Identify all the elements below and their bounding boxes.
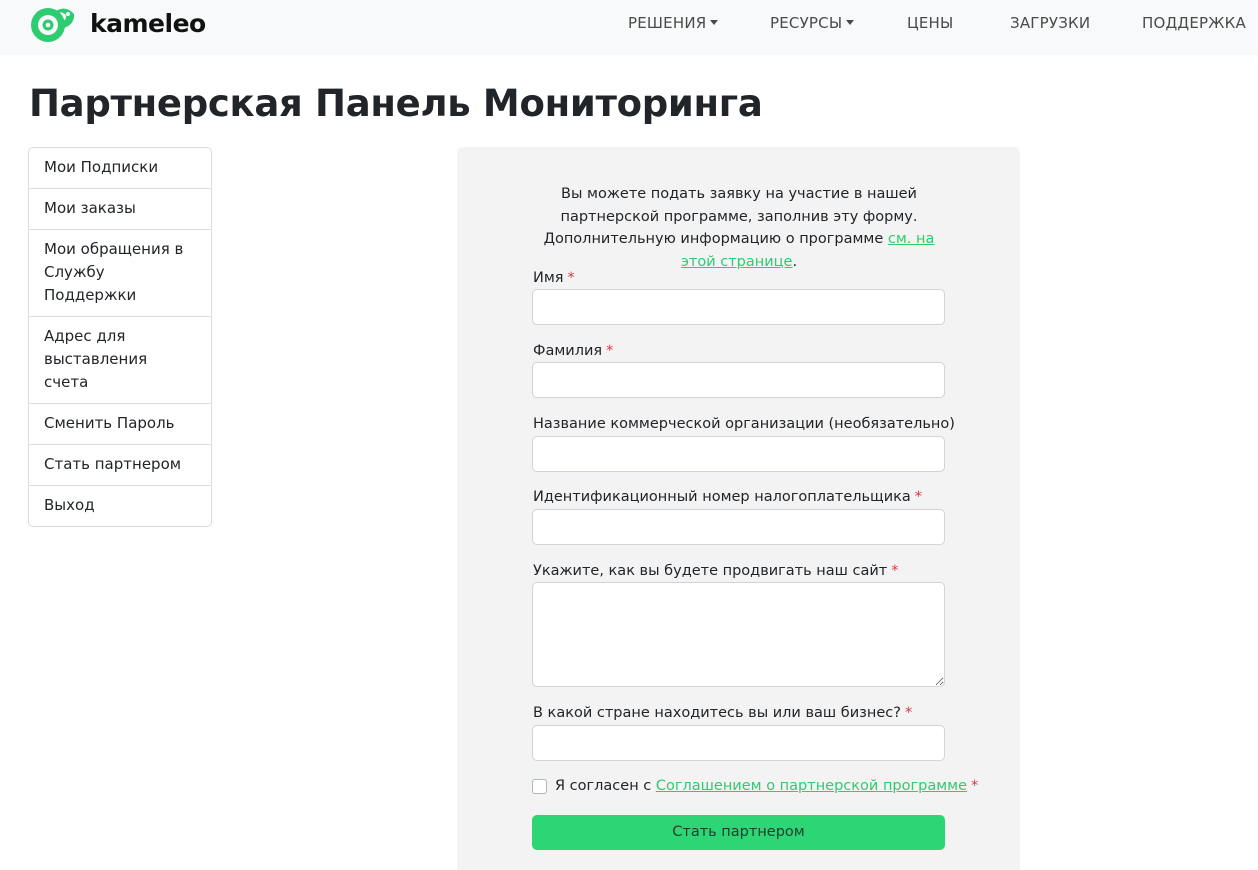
account-sidebar: Мои Подписки Мои заказы Мои обращения в … <box>28 147 212 527</box>
nav-solutions-label: РЕШЕНИЯ <box>628 14 707 32</box>
intro-text: Вы можете подать заявку на участие в наш… <box>543 186 918 247</box>
required-mark: * <box>891 563 899 579</box>
nav-resources-label: РЕСУРСЫ <box>770 14 843 32</box>
first-name-label-text: Имя <box>533 270 564 286</box>
company-label-text: Название коммерческой организации (необя… <box>533 416 955 432</box>
nav-support[interactable]: ПОДДЕРЖКА <box>1142 14 1246 32</box>
caret-down-icon <box>710 20 719 25</box>
nav-resources[interactable]: РЕСУРСЫ <box>770 14 855 32</box>
required-mark: * <box>904 705 913 721</box>
form-intro: Вы можете подать заявку на участие в наш… <box>533 183 945 273</box>
partner-agreement-link[interactable]: Соглашением о партнерской программе <box>656 778 967 794</box>
tax-id-label: Идентификационный номер налогоплательщик… <box>533 489 922 505</box>
promotion-label-text: Укажите, как вы будете продвигать наш са… <box>533 563 888 579</box>
agree-prefix: Я согласен с <box>555 778 656 794</box>
nav-downloads[interactable]: ЗАГРУЗКИ <box>1010 14 1090 32</box>
kameleo-logo[interactable]: kameleo <box>28 2 206 44</box>
nav-solutions[interactable]: РЕШЕНИЯ <box>628 14 719 32</box>
country-input[interactable] <box>532 725 945 761</box>
nav-pricing[interactable]: ЦЕНЫ <box>907 14 953 32</box>
last-name-label: Фамилия * <box>533 343 613 359</box>
brand-name: kameleo <box>90 8 206 38</box>
caret-down-icon <box>846 20 855 25</box>
required-mark: * <box>567 270 575 286</box>
become-partner-button[interactable]: Стать партнером <box>532 815 945 850</box>
page-title: Партнерская Панель Мониторинга <box>29 82 763 125</box>
tax-id-label-text: Идентификационный номер налогоплательщик… <box>533 489 911 505</box>
country-label: В какой стране находитесь вы или ваш биз… <box>533 705 912 721</box>
agree-checkbox[interactable] <box>532 779 547 794</box>
company-input[interactable] <box>532 436 945 472</box>
sidebar-item-change-password[interactable]: Сменить Пароль <box>29 403 211 444</box>
required-mark: * <box>971 778 979 794</box>
sidebar-item-orders[interactable]: Мои заказы <box>29 188 211 229</box>
promotion-textarea[interactable] <box>532 582 945 687</box>
sidebar-item-support-tickets[interactable]: Мои обращения в Службу Поддержки <box>29 229 211 316</box>
promotion-label: Укажите, как вы будете продвигать наш са… <box>533 563 899 579</box>
top-navbar: kameleo РЕШЕНИЯ РЕСУРСЫ ЦЕНЫ ЗАГРУЗКИ ПО… <box>0 0 1258 55</box>
company-label: Название коммерческой организации (необя… <box>533 416 955 432</box>
tax-id-input[interactable] <box>532 509 945 545</box>
sidebar-item-subscriptions[interactable]: Мои Подписки <box>29 148 211 188</box>
last-name-label-text: Фамилия <box>533 343 603 359</box>
required-mark: * <box>914 489 923 505</box>
sidebar-item-logout[interactable]: Выход <box>29 485 211 526</box>
intro-end: . <box>792 253 798 270</box>
country-label-text: В какой стране находитесь вы или ваш биз… <box>533 705 901 721</box>
chameleon-logo-icon <box>31 8 75 42</box>
agree-label: Я согласен с Соглашением о партнерской п… <box>555 778 978 794</box>
sidebar-item-become-partner[interactable]: Стать партнером <box>29 444 211 485</box>
first-name-label: Имя * <box>533 270 575 286</box>
required-mark: * <box>606 343 614 359</box>
sidebar-item-billing-address[interactable]: Адрес для выставления счета <box>29 316 211 403</box>
first-name-input[interactable] <box>532 289 945 325</box>
last-name-input[interactable] <box>532 362 945 398</box>
